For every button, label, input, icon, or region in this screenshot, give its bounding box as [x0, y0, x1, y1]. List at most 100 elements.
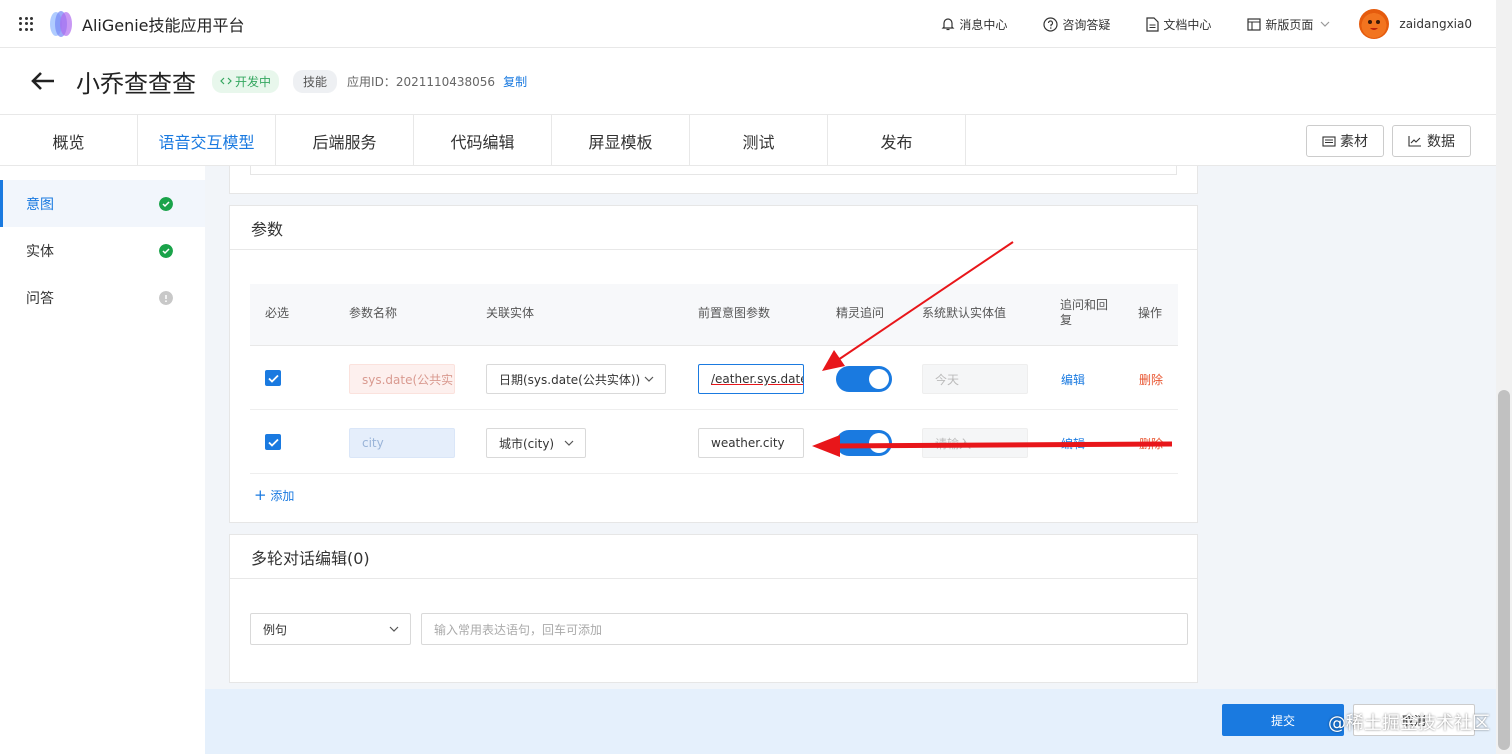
example-type-value: 例句 [263, 622, 288, 637]
previous-section-input [250, 166, 1177, 175]
username: zaidangxia0 [1399, 17, 1472, 31]
follow-up-toggle[interactable] [836, 430, 892, 456]
data-button[interactable]: 数据 [1392, 125, 1471, 157]
material-button[interactable]: 素材 [1306, 125, 1384, 157]
plus-icon: + [254, 486, 267, 504]
data-label: 数据 [1427, 134, 1455, 150]
app-id: 应用ID：2021110438056 [347, 73, 495, 90]
copy-app-id-link[interactable]: 复制 [503, 73, 527, 90]
param-name-input[interactable]: city [349, 428, 455, 458]
add-param-button[interactable]: + 添加 [254, 486, 294, 504]
folder-icon [1322, 136, 1336, 147]
col-prev-intent: 前置意图参数 [698, 306, 771, 320]
user-avatar[interactable] [1359, 9, 1390, 39]
table-row: sys.date(公共实 日期(sys.date(公共实体)) /eather.… [250, 347, 1178, 410]
col-required: 必选 [265, 306, 290, 320]
sidebar-item-label: 实体 [26, 243, 54, 260]
tab-test[interactable]: 测试 [690, 115, 828, 166]
delete-link[interactable]: 删除 [1139, 371, 1163, 388]
question-circle-icon [1043, 16, 1058, 32]
col-ops: 操作 [1138, 306, 1163, 320]
col-name: 参数名称 [349, 306, 398, 320]
default-value-input[interactable]: 请输入 [922, 428, 1028, 458]
follow-up-toggle[interactable] [836, 366, 892, 392]
material-label: 素材 [1340, 134, 1368, 150]
sidebar: 意图 实体 问答 [0, 166, 205, 754]
type-badge: 技能 [293, 69, 338, 93]
tab-publish[interactable]: 发布 [828, 115, 966, 166]
page-scrollbar[interactable] [1496, 0, 1512, 754]
watermark: @稀土掘金技术社区 [1328, 713, 1490, 734]
consult-link[interactable]: 咨询答疑 [1043, 16, 1110, 33]
main-nav: 概览 语音交互模型 后端服务 代码编辑 屏显模板 测试 发布 素材 数据 [0, 114, 1496, 166]
prev-intent-input[interactable]: weather.city [698, 428, 804, 458]
col-follow-up: 精灵追问 [836, 306, 885, 320]
prev-intent-input[interactable]: /eather.sys.date [698, 364, 804, 394]
add-param-label: 添加 [270, 489, 295, 503]
example-type-select[interactable]: 例句 [250, 613, 411, 645]
default-value-input: 今天 [922, 364, 1028, 394]
sidebar-item-intent[interactable]: 意图 [0, 180, 205, 227]
app-id-label: 应用ID： [347, 74, 396, 89]
sidebar-item-label: 问答 [26, 290, 54, 307]
new-page-label: 新版页面 [1265, 17, 1314, 32]
footer-bar: 提交 取消 [205, 689, 1496, 754]
example-sentence-input[interactable]: 输入常用表达语句，回车可添加 [421, 613, 1188, 645]
required-checkbox[interactable] [265, 434, 281, 450]
message-center-link[interactable]: 消息中心 [941, 16, 1007, 33]
table-row: city 城市(city) weather.city 请输入 编辑 删除 [250, 411, 1178, 474]
top-bar: AliGenie技能应用平台 消息中心 咨询答疑 文档中心 新版页面 zaida… [0, 0, 1496, 48]
check-circle-icon [159, 197, 173, 211]
tab-screen-template[interactable]: 屏显模板 [552, 115, 690, 166]
params-card: 参数 必选 参数名称 关联实体 前置意图参数 精灵追问 系统默认实体值 追问和回… [229, 205, 1198, 523]
app-grid-icon[interactable] [19, 16, 33, 31]
multi-turn-card: 多轮对话编辑(0) 例句 输入常用表达语句，回车可添加 [229, 534, 1198, 683]
message-center-label: 消息中心 [959, 17, 1008, 32]
sidebar-item-entity[interactable]: 实体 [0, 227, 205, 274]
col-reply: 追问和回复 [1060, 298, 1109, 327]
back-arrow-icon[interactable] [30, 71, 56, 91]
param-name-input[interactable]: sys.date(公共实 [349, 364, 455, 394]
docs-link[interactable]: 文档中心 [1146, 16, 1211, 33]
check-icon [267, 374, 279, 383]
required-checkbox[interactable] [265, 370, 281, 386]
edit-link[interactable]: 编辑 [1061, 371, 1085, 388]
page-header: 小乔查查查 开发中 技能 应用ID：2021110438056 复制 [0, 48, 1496, 114]
sidebar-item-qa[interactable]: 问答 [0, 274, 205, 321]
params-title: 参数 [230, 206, 1197, 250]
entity-select-value: 日期(sys.date(公共实体)) [499, 372, 641, 387]
tab-backend[interactable]: 后端服务 [276, 115, 414, 166]
scrollbar-thumb[interactable] [1498, 390, 1510, 750]
app-title: AliGenie技能应用平台 [82, 15, 245, 35]
check-icon [267, 438, 279, 447]
aligenie-logo-icon [49, 9, 73, 39]
chevron-down-icon [1320, 21, 1330, 27]
docs-label: 文档中心 [1163, 17, 1212, 32]
previous-section-card [229, 166, 1198, 194]
entity-select[interactable]: 日期(sys.date(公共实体)) [486, 364, 666, 394]
tab-overview[interactable]: 概览 [0, 115, 138, 166]
submit-button[interactable]: 提交 [1222, 704, 1344, 736]
params-table-header: 必选 参数名称 关联实体 前置意图参数 精灵追问 系统默认实体值 追问和回复 操… [250, 284, 1178, 346]
chevron-down-icon [389, 626, 399, 632]
delete-link[interactable]: 删除 [1139, 435, 1163, 452]
tab-voice-model[interactable]: 语音交互模型 [138, 115, 276, 166]
edit-link[interactable]: 编辑 [1061, 435, 1085, 452]
page-title: 小乔查查查 [76, 69, 196, 98]
consult-label: 咨询答疑 [1062, 17, 1111, 32]
sidebar-item-label: 意图 [26, 196, 54, 213]
line-chart-icon [1408, 136, 1421, 147]
bell-icon [941, 18, 955, 31]
main-content: 参数 必选 参数名称 关联实体 前置意图参数 精灵追问 系统默认实体值 追问和回… [205, 166, 1496, 754]
app-id-value: 2021110438056 [395, 74, 496, 89]
entity-select[interactable]: 城市(city) [486, 428, 586, 458]
document-icon [1146, 16, 1159, 32]
col-default-value: 系统默认实体值 [922, 306, 1007, 320]
window-icon [1247, 17, 1261, 31]
entity-select-value: 城市(city) [499, 436, 555, 451]
info-circle-icon [159, 291, 173, 305]
tab-code-edit[interactable]: 代码编辑 [414, 115, 552, 166]
code-icon [220, 77, 232, 85]
chevron-down-icon [644, 376, 654, 382]
new-page-link[interactable]: 新版页面 [1247, 16, 1335, 33]
